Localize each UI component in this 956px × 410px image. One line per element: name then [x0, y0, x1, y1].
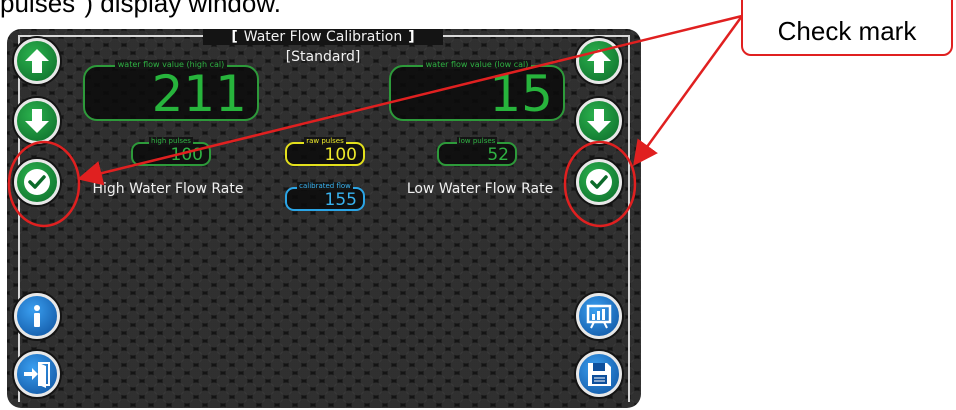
left-rail: [18, 35, 20, 402]
screen-title: [Water Flow Calibration]: [203, 29, 443, 45]
page-caption: pulses") display window.: [0, 0, 281, 18]
low-pulses-label: low pulses: [456, 137, 498, 145]
arrow-up-icon: [25, 49, 49, 73]
high-pulses-box: high pulses 100: [131, 137, 211, 166]
low-pulses-value: 52: [487, 145, 509, 165]
high-pulses-label: high pulses: [149, 137, 193, 145]
high-cal-display-value: 211: [151, 65, 247, 123]
low-cal-display-value: 15: [489, 65, 553, 123]
arrow-up-icon: [587, 49, 611, 73]
check-icon: [586, 169, 612, 195]
chart-board-icon: [586, 304, 612, 329]
high-decrease-button[interactable]: [14, 98, 60, 144]
save-button[interactable]: [576, 351, 622, 397]
low-increase-button[interactable]: [576, 38, 622, 84]
high-cal-display: water flow value (high cal) 211: [83, 60, 259, 123]
exit-button[interactable]: [14, 351, 60, 397]
low-pulses-box: low pulses 52: [437, 137, 517, 166]
calibrated-flow-value: 155: [324, 190, 357, 210]
chart-button[interactable]: [576, 293, 622, 339]
high-increase-button[interactable]: [14, 38, 60, 84]
high-pulses-value: 100: [170, 145, 203, 165]
calibrated-flow-label: calibrated flow: [297, 182, 353, 190]
check-mark-callout: Check mark: [741, 0, 953, 56]
info-button[interactable]: [14, 293, 60, 339]
raw-pulses-box: raw pulses 100: [285, 137, 365, 166]
top-divider-right: [439, 35, 629, 37]
low-water-flow-rate-label: Low Water Flow Rate: [406, 181, 554, 197]
callout-text: Check mark: [777, 16, 917, 46]
low-confirm-check-button[interactable]: [576, 159, 622, 205]
info-icon: [34, 305, 40, 327]
callout-arrow-right: [633, 15, 744, 167]
high-confirm-check-button[interactable]: [14, 159, 60, 205]
calibration-screen: [Water Flow Calibration] [Standard] wate…: [7, 29, 641, 408]
raw-pulses-label: raw pulses: [304, 137, 346, 145]
floppy-disk-icon: [588, 363, 611, 386]
exit-door-icon: [24, 362, 50, 388]
check-icon: [24, 169, 50, 195]
right-rail: [628, 35, 630, 402]
low-cal-display: water flow value (low cal) 15: [389, 60, 565, 123]
screen-subtitle: [Standard]: [285, 49, 361, 65]
calibrated-flow-box: calibrated flow 155: [285, 182, 365, 211]
top-divider-left: [19, 35, 209, 37]
arrow-down-icon: [25, 109, 49, 133]
low-decrease-button[interactable]: [576, 98, 622, 144]
arrow-down-icon: [587, 109, 611, 133]
raw-pulses-value: 100: [324, 145, 357, 165]
high-water-flow-rate-label: High Water Flow Rate: [92, 181, 244, 197]
